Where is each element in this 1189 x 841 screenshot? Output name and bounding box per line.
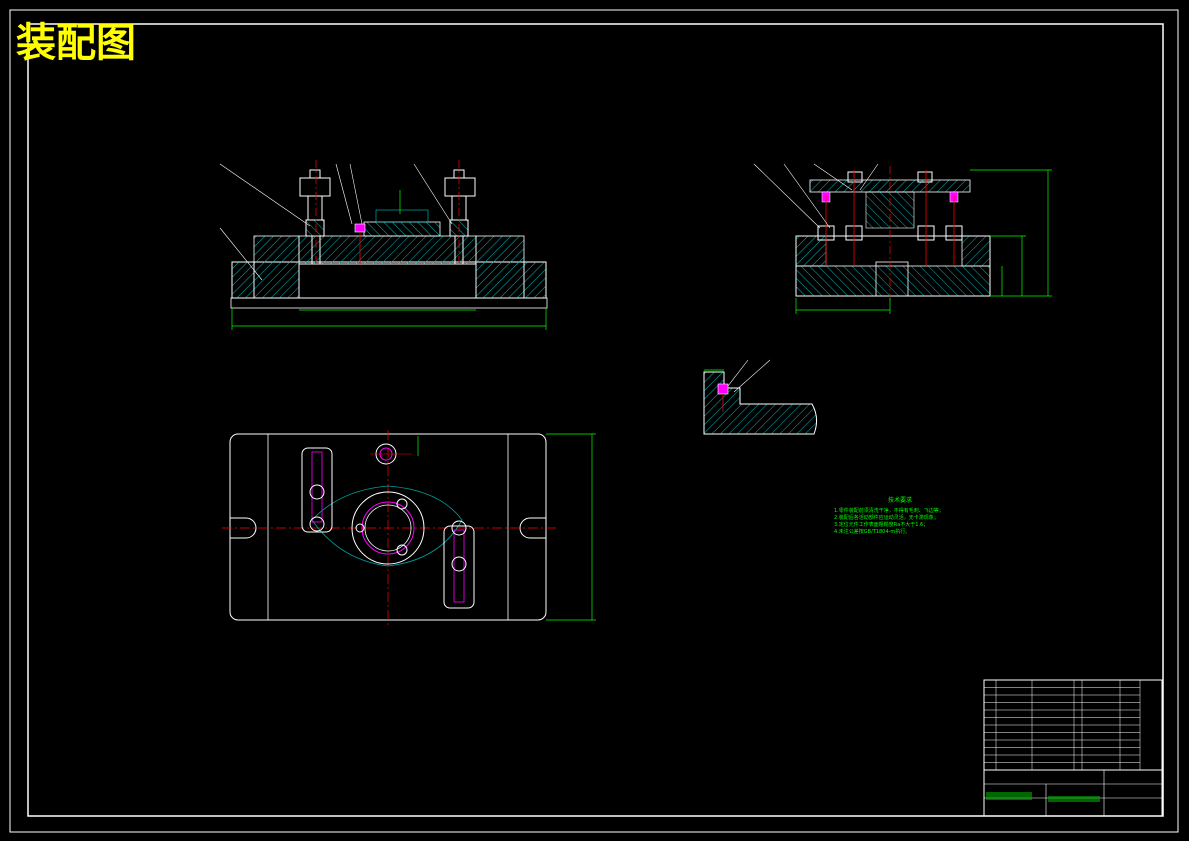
side-section-view xyxy=(753,163,1052,314)
technical-requirements: 技术要求 1.零件装配前须清洗干净，不得有毛刺、飞边等； 2.装配后各活动部件应… xyxy=(834,496,944,535)
notes-line: 3.定位元件工作表面粗糙度Ra不大于1.6； xyxy=(834,521,928,528)
outer-border xyxy=(9,9,1179,833)
detail-section-view xyxy=(703,359,818,435)
front-section-view xyxy=(219,160,548,330)
notes-line: 2.装配后各活动部件应运动灵活，无卡滞现象； xyxy=(834,514,939,521)
title-block-table xyxy=(983,679,1163,817)
notes-heading: 技术要求 xyxy=(888,496,912,504)
top-plan-view xyxy=(222,430,596,626)
sheet-title: 装配图 xyxy=(16,20,136,66)
assembly-drawing-sheet: 装配图 技术要求 1.零件装配前须清洗干净，不得有毛刺、飞边等； 2.装配后各活… xyxy=(9,9,1179,833)
notes-line: 4.未注公差按GB/T1804-m执行。 xyxy=(834,528,910,535)
notes-line: 1.零件装配前须清洗干净，不得有毛刺、飞边等； xyxy=(834,507,944,514)
inner-border xyxy=(27,23,1164,817)
